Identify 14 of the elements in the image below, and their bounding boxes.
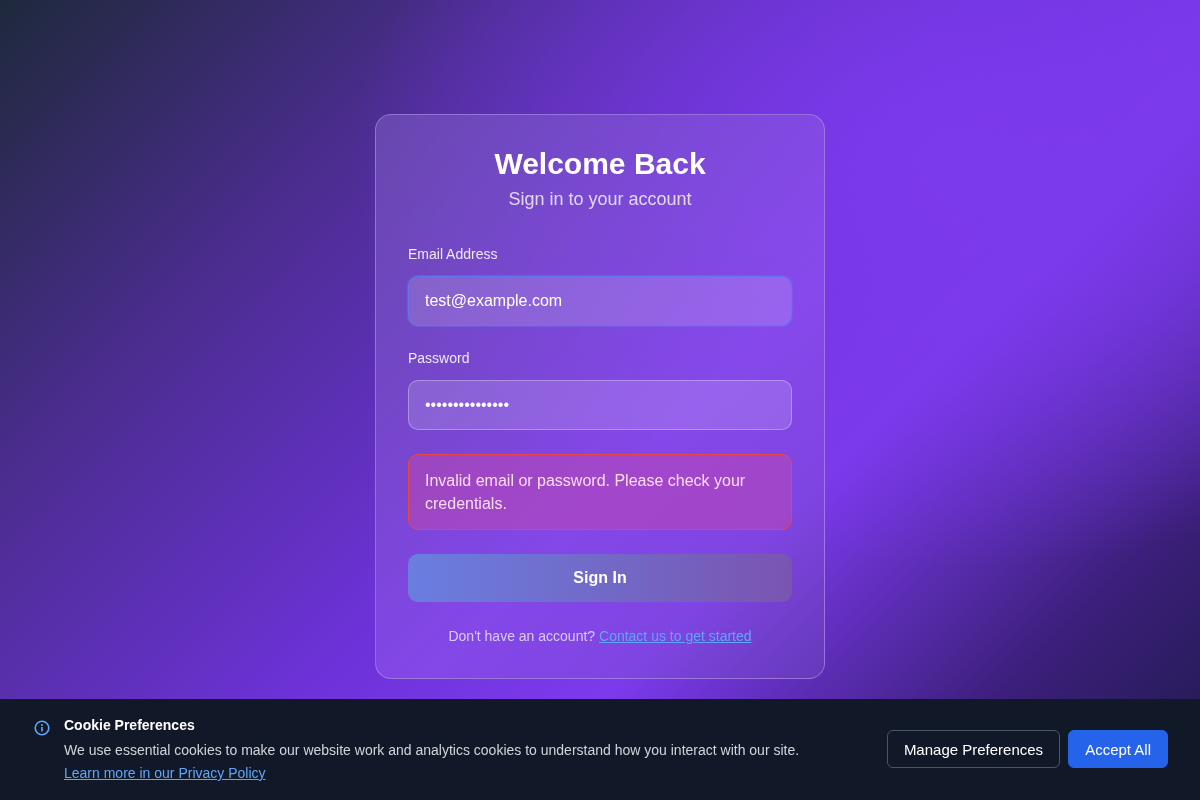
cookie-text: We use essential cookies to make our website work and analytics cookies to understand how you interact with our site. Learn more in our Privacy Policy [64,741,801,783]
cookie-title: Cookie Preferences [64,717,196,733]
info-icon [34,720,50,736]
login-title: Welcome Back [494,147,706,181]
input-field[interactable]: test@example.com [408,276,792,326]
login-subtitle: Sign in to your account [508,189,692,210]
privacy-link[interactable]: Learn more in our Privacy Policy [64,765,266,781]
error-message: Invalid email or password. Please check your credentials. [408,454,792,530]
sign-in-button[interactable]: Sign In [408,554,792,602]
footer-text: Don't have an account? [448,628,596,644]
accept-button[interactable]: Accept All [1068,730,1168,768]
field-label: Email Address [408,246,498,262]
preferences-button[interactable]: Manage Preferences [886,730,1061,768]
field-label: Password [408,350,470,366]
